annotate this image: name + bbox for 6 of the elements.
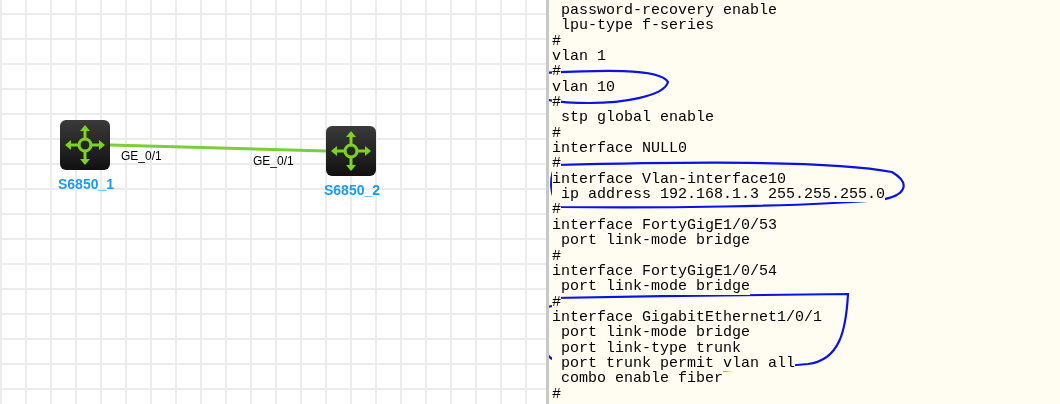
node-label: S6850_1 [58, 176, 115, 192]
port-label: GE_0/1 [121, 149, 162, 163]
node-label: S6850_2 [324, 182, 381, 198]
port-label: GE_0/1 [253, 154, 294, 168]
switch-icon[interactable] [60, 120, 110, 170]
switch-icon[interactable] [326, 126, 376, 176]
